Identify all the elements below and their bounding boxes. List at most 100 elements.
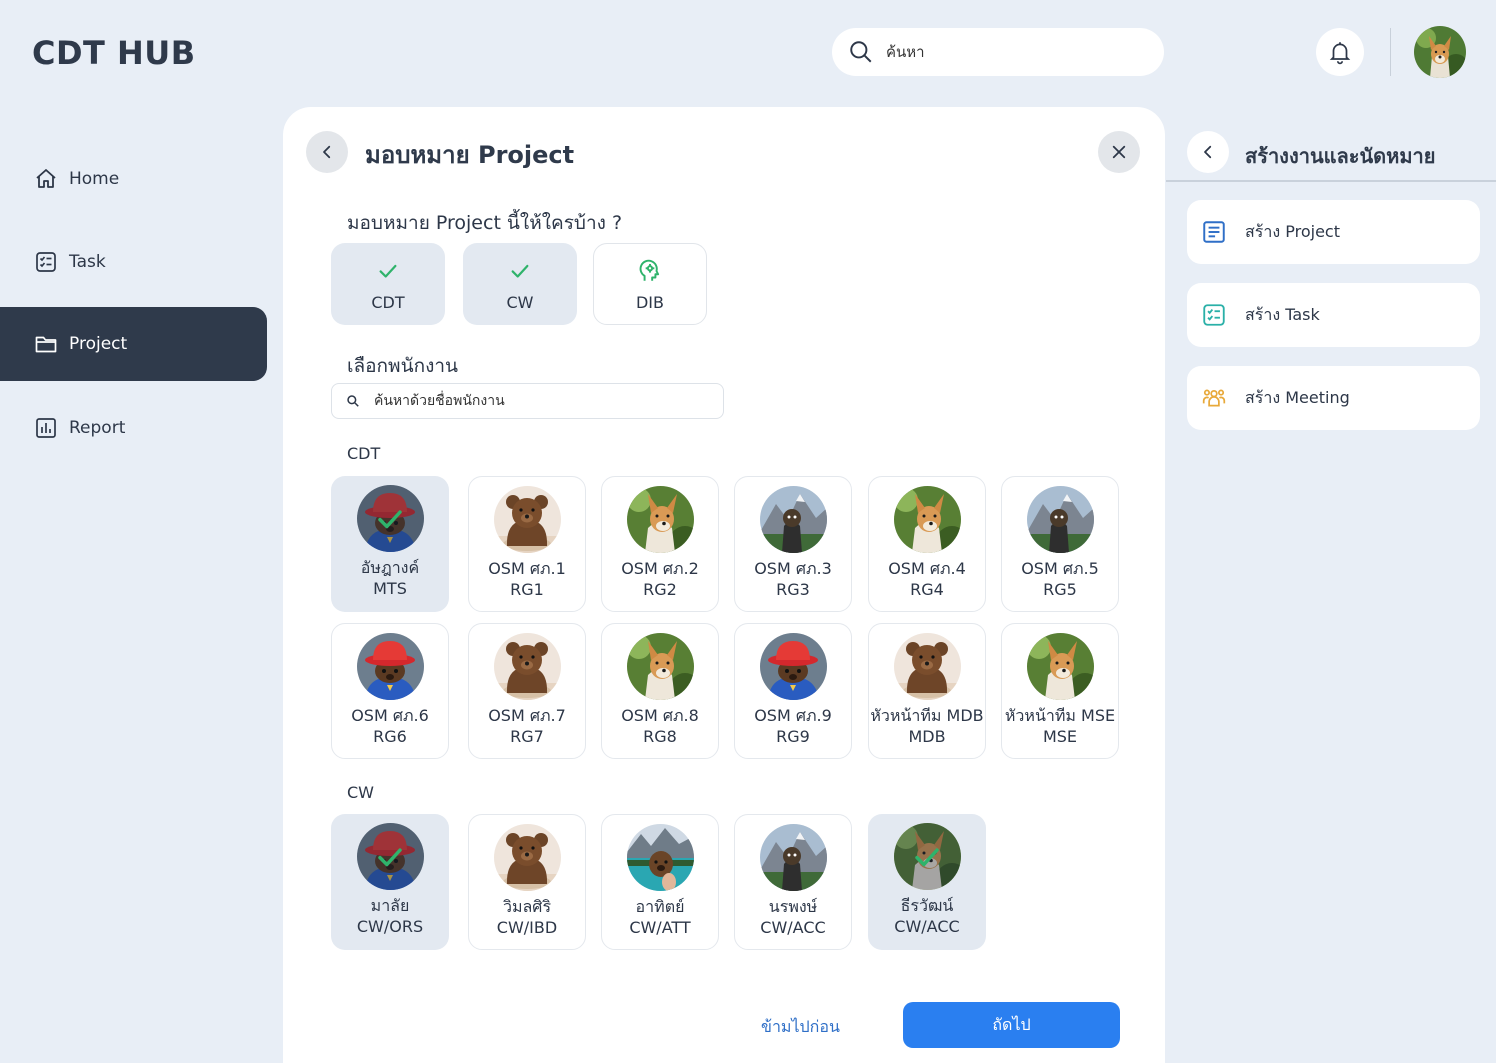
employee-card[interactable]: อาทิตย์ CW/ATT [601, 814, 719, 950]
create-project-label: สร้าง Project [1245, 221, 1340, 241]
employee-role: RG9 [776, 727, 810, 746]
home-icon [36, 169, 56, 188]
employee-avatar [759, 486, 827, 553]
employee-card[interactable]: หัวหน้าทีม MDB MDB [868, 623, 986, 759]
search-icon [850, 41, 872, 63]
employee-role: CW/ORS [356, 917, 424, 936]
employee-name: OSM ศภ.5 [1021, 559, 1099, 578]
chevron-left-icon [323, 145, 331, 159]
employee-card[interactable]: OSM ศภ.1 RG1 [468, 476, 586, 612]
back-button[interactable] [306, 131, 348, 173]
employee-avatar [1026, 486, 1094, 553]
employee-avatar [356, 485, 424, 552]
assign-project-panel: มอบหมาย Project มอบหมาย Project นี้ให้ใค… [283, 107, 1165, 1063]
sidebar-item-label: Task [69, 252, 106, 272]
employee-role: RG7 [510, 727, 544, 746]
sidebar-item-task[interactable]: Task [0, 225, 267, 299]
employee-avatar [626, 633, 694, 700]
employee-role: MTS [373, 579, 407, 598]
employee-card[interactable]: OSM ศภ.3 RG3 [734, 476, 852, 612]
employee-name: OSM ศภ.2 [621, 559, 699, 578]
task-icon [1203, 304, 1225, 326]
check-icon [379, 264, 397, 278]
skip-button[interactable]: ข้ามไปก่อน [761, 1015, 840, 1040]
employee-role: CW/ACC [894, 917, 960, 936]
close-button[interactable] [1098, 131, 1140, 173]
task-icon [36, 252, 56, 272]
notification-button[interactable] [1316, 28, 1364, 76]
employee-card[interactable]: OSM ศภ.5 RG5 [1001, 476, 1119, 612]
org-label: DIB [635, 292, 664, 312]
employee-card[interactable]: มาลัย CW/ORS [331, 814, 449, 950]
sidebar-item-label: Project [69, 334, 128, 354]
report-icon [36, 418, 56, 438]
search-placeholder: ค้นหา [886, 43, 925, 61]
employee-name: OSM ศภ.6 [351, 706, 429, 725]
employee-role: CW/ACC [760, 918, 826, 937]
org-label: CDT [371, 292, 405, 312]
employee-role: RG1 [510, 580, 544, 599]
employee-card[interactable]: อัษฎางค์ MTS [331, 476, 449, 612]
employee-name: OSM ศภ.4 [888, 559, 966, 578]
employee-card[interactable]: หัวหน้าทีม MSE MSE [1001, 623, 1119, 759]
group-label-cw: CW [347, 783, 374, 802]
employee-name: อัษฎางค์ [360, 558, 420, 577]
employee-name: OSM ศภ.8 [621, 706, 699, 725]
employee-card[interactable]: OSM ศภ.9 RG9 [734, 623, 852, 759]
create-task-button[interactable]: สร้าง Task [1187, 283, 1480, 347]
employee-name: OSM ศภ.9 [754, 706, 832, 725]
employee-name: OSM ศภ.7 [488, 706, 566, 725]
user-avatar[interactable] [1414, 26, 1466, 78]
sidebar-item-label: Report [69, 418, 126, 438]
employee-card[interactable]: OSM ศภ.7 RG7 [468, 623, 586, 759]
org-option-cw[interactable]: CW [463, 243, 577, 325]
employee-role: RG6 [373, 727, 407, 746]
employee-card[interactable]: OSM ศภ.8 RG8 [601, 623, 719, 759]
org-option-cdt[interactable]: CDT [331, 243, 445, 325]
sidebar-item-project[interactable]: Project [0, 307, 267, 381]
employee-card[interactable]: OSM ศภ.2 RG2 [601, 476, 719, 612]
app-title: CDT HUB [32, 34, 196, 72]
right-panel-back-button[interactable] [1187, 131, 1229, 173]
employee-avatar [893, 633, 961, 700]
employee-card[interactable]: OSM ศภ.4 RG4 [868, 476, 986, 612]
employee-card[interactable]: OSM ศภ.6 RG6 [331, 623, 449, 759]
right-panel-title: สร้างงานและนัดหมาย [1245, 144, 1436, 168]
document-icon [1203, 221, 1225, 243]
create-task-label: สร้าง Task [1245, 304, 1320, 324]
next-button[interactable]: ถัดไป [903, 1002, 1120, 1048]
employee-search-placeholder: ค้นหาด้วยชื่อพนักงาน [374, 393, 505, 409]
check-icon [356, 485, 424, 552]
employee-name: OSM ศภ.3 [754, 559, 832, 578]
employee-role: RG5 [1043, 580, 1077, 599]
bell-icon [1329, 42, 1351, 65]
brain-icon [639, 259, 660, 281]
org-option-dib[interactable]: DIB [593, 243, 707, 325]
sidebar-item-home[interactable]: Home [0, 142, 267, 216]
assign-question: มอบหมาย Project นี้ให้ใครบ้าง ? [347, 212, 623, 234]
employee-avatar [1026, 633, 1094, 700]
employee-card[interactable]: วิมลศิริ CW/IBD [468, 814, 586, 950]
employee-search-input[interactable]: ค้นหาด้วยชื่อพนักงาน [331, 383, 724, 419]
header-divider [1390, 28, 1391, 76]
employee-name: OSM ศภ.1 [488, 559, 566, 578]
employee-role: CW/ATT [629, 918, 691, 937]
employee-avatar [759, 633, 827, 700]
employee-card[interactable]: ธีรวัฒน์ CW/ACC [868, 814, 986, 950]
employee-name: อาทิตย์ [635, 897, 685, 916]
employee-role: MDB [908, 727, 946, 746]
employee-card[interactable]: นรพงษ์ CW/ACC [734, 814, 852, 950]
employee-avatar [356, 633, 424, 700]
employee-avatar [893, 823, 961, 890]
search-icon [347, 395, 359, 407]
create-meeting-button[interactable]: สร้าง Meeting [1187, 366, 1480, 430]
sidebar-item-report[interactable]: Report [0, 391, 267, 465]
employee-avatar [626, 824, 694, 891]
page-title: มอบหมาย Project [365, 141, 575, 169]
global-search[interactable]: ค้นหา [832, 28, 1164, 76]
create-project-button[interactable]: สร้าง Project [1187, 200, 1480, 264]
employee-avatar [893, 486, 961, 553]
employee-role: MSE [1042, 727, 1078, 746]
employee-avatar [493, 633, 561, 700]
employee-avatar [626, 486, 694, 553]
